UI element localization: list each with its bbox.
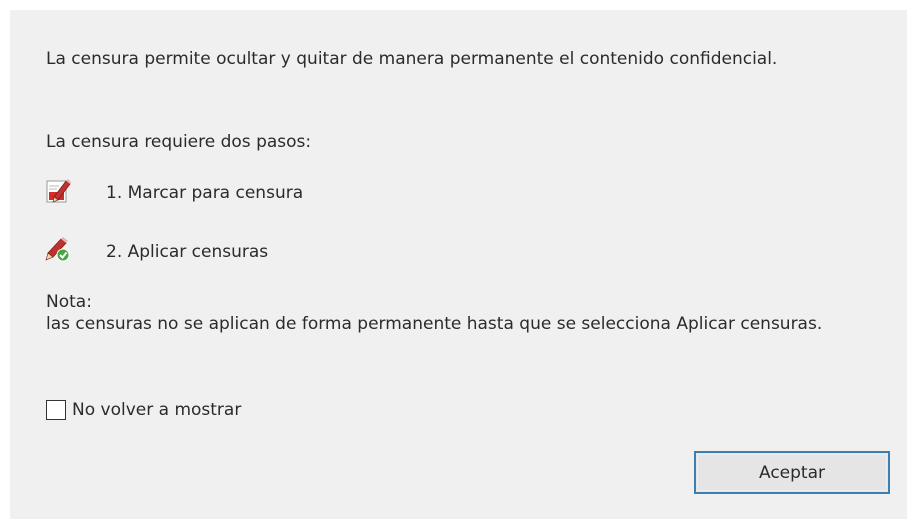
redaction-info-dialog: La censura permite ocultar y quitar de m… (10, 10, 907, 519)
dont-show-again-checkbox[interactable] (46, 400, 66, 420)
mark-for-redaction-icon (45, 178, 71, 204)
step-2-label: 2. Aplicar censuras (106, 242, 269, 262)
apply-redactions-icon (45, 236, 71, 262)
intro-text: La censura permite ocultar y quitar de m… (46, 49, 778, 69)
note-body: las censuras no se aplican de forma perm… (46, 314, 823, 334)
steps-heading: La censura requiere dos pasos: (46, 132, 312, 152)
step-1-label: 1. Marcar para censura (106, 183, 304, 203)
note-title: Nota: (46, 292, 92, 312)
dont-show-again-label: No volver a mostrar (72, 400, 242, 420)
accept-button[interactable]: Aceptar (694, 451, 890, 494)
dont-show-again-option[interactable]: No volver a mostrar (46, 398, 241, 422)
